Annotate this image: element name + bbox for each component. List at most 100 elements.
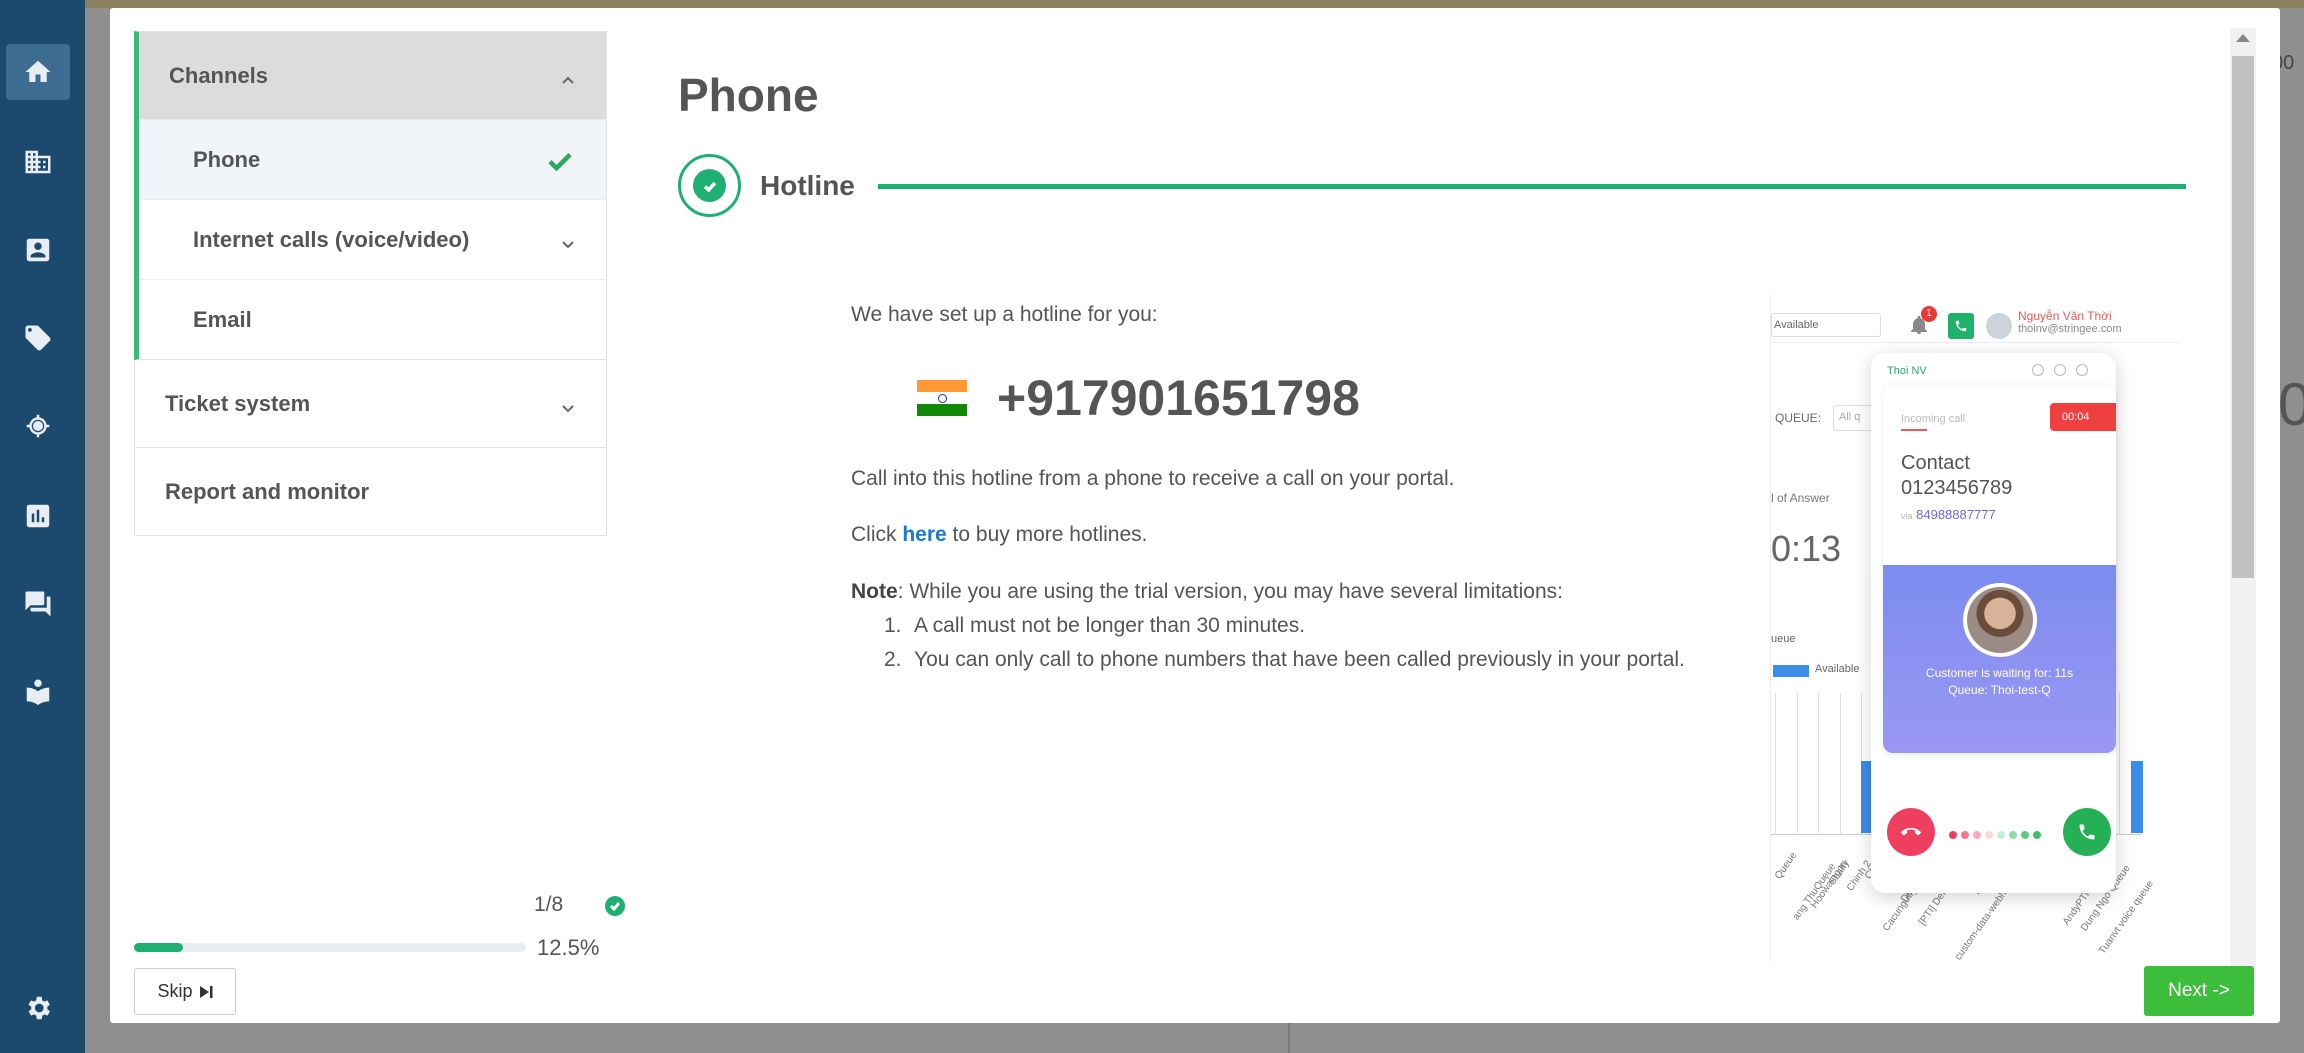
chart-icon[interactable]	[6, 488, 70, 544]
contact-name: Contact	[1901, 452, 1970, 474]
step-item-internet-calls[interactable]: Internet calls (voice/video)	[139, 199, 606, 279]
limit-text: You can only call to phone numbers that …	[914, 647, 1685, 671]
step-indicator: Hotline	[678, 154, 2294, 218]
queue-label: QUEUE:	[1775, 411, 1822, 425]
chevron-down-icon	[560, 396, 576, 412]
via-value: 84988887777	[1916, 507, 1996, 522]
background-number: 0	[2278, 371, 2304, 438]
step-complete-icon	[678, 154, 741, 217]
user-name: Nguyễn Văn Thời	[2018, 309, 2112, 323]
hotline-number: +917901651798	[997, 370, 1360, 426]
background-divider	[1288, 1020, 1290, 1053]
skip-forward-icon	[199, 985, 212, 998]
via-number: via 84988887777	[1901, 507, 1996, 522]
queue-name: Queue: Thoi-test-Q	[1948, 682, 2051, 697]
list-item: 2. You can only call to phone numbers tha…	[884, 647, 1685, 671]
background-topbar	[0, 0, 2304, 8]
contact-info: Contact 0123456789	[1901, 451, 2012, 501]
queue-select: All q	[1833, 405, 1873, 431]
building-icon[interactable]	[6, 134, 70, 190]
step-item-phone[interactable]: Phone	[139, 119, 606, 199]
window-controls	[2022, 363, 2102, 377]
agent-name: Thoi NV	[1887, 365, 1927, 377]
grid-line	[1839, 693, 1841, 835]
section-header-ticket-system[interactable]: Ticket system	[135, 360, 606, 447]
grid-line	[1818, 693, 1819, 835]
answer-call-icon	[2063, 808, 2111, 856]
legend-label: Available	[1815, 663, 1860, 675]
click-suffix: to buy more hotlines.	[952, 523, 1148, 546]
call-card: Incoming call 00:04 Contact 0123456789 v…	[1883, 385, 2116, 753]
call-timer: 00:04	[2050, 403, 2116, 431]
step-item-email[interactable]: Email	[139, 279, 606, 359]
step-title: Hotline	[760, 170, 855, 201]
onboarding-steps: Channels Phone Internet calls (voice/vid…	[134, 31, 607, 536]
hotline-row: +917901651798	[917, 358, 1360, 438]
check-circle-icon	[605, 896, 625, 916]
section-report-monitor: Report and monitor	[134, 448, 607, 536]
contact-number: 0123456789	[1901, 477, 2013, 499]
step-label: Internet calls (voice/video)	[193, 226, 470, 252]
legend-swatch	[1773, 665, 1809, 677]
india-flag-icon	[917, 380, 967, 416]
grid-line	[2119, 693, 2120, 835]
user-email: thoinv@stringee.com	[2018, 323, 2122, 336]
scroll-up-arrow-icon[interactable]	[2236, 34, 2250, 42]
grid-line	[1796, 693, 1798, 835]
progress-percent: 12.5%	[537, 935, 600, 960]
target-icon[interactable]	[6, 398, 70, 454]
section-ticket-system: Ticket system	[134, 360, 607, 448]
contact-card-icon[interactable]	[6, 222, 70, 278]
progress-bar-fill	[134, 943, 183, 952]
step-counter: 1/8	[534, 893, 564, 916]
chart-bar	[2131, 761, 2143, 833]
section-header-channels[interactable]: Channels	[139, 32, 606, 119]
skip-button[interactable]: Skip	[134, 968, 236, 1015]
section-label: Ticket system	[165, 390, 311, 416]
skip-label: Skip	[157, 981, 193, 1001]
page-title: Phone	[678, 69, 819, 121]
section-label: Report and monitor	[165, 478, 370, 504]
section-header-report-monitor[interactable]: Report and monitor	[135, 448, 606, 535]
buy-hotlines-link[interactable]: here	[902, 523, 946, 546]
incoming-underline	[1901, 429, 1927, 431]
grid-line	[1775, 693, 1776, 835]
note-label: Note	[851, 580, 898, 603]
phone-icon	[1948, 313, 1974, 339]
modal-scrollbar[interactable]	[2230, 28, 2256, 988]
onboarding-modal: Channels Phone Internet calls (voice/vid…	[110, 8, 2280, 1023]
caller-avatar	[1963, 583, 2037, 657]
call-instructions: Call into this hotline from a phone to r…	[851, 467, 1455, 490]
chart-bar	[1861, 761, 1871, 833]
call-popup: Thoi NV Incoming call 00:04 Contact 0123…	[1871, 353, 2116, 893]
buy-hotlines-text: Click here to buy more hotlines.	[851, 518, 1147, 552]
reader-icon[interactable]	[6, 664, 70, 720]
tag-icon[interactable]	[6, 310, 70, 366]
via-prefix: via	[1901, 511, 1913, 521]
chat-icon[interactable]	[6, 576, 70, 632]
chevron-up-icon	[560, 68, 576, 84]
waiting-info: Customer is waiting for: 11s Queue: Thoi…	[1883, 665, 2116, 699]
notification-badge: 1	[1921, 306, 1937, 322]
incoming-call-illustration: Available 1 Nguyễn Văn Thời thoinv@string…	[1770, 293, 2181, 963]
next-button[interactable]: Next ->	[2144, 966, 2254, 1016]
scrollbar-thumb[interactable]	[2232, 56, 2254, 578]
section-channels: Channels Phone Internet calls (voice/vid…	[134, 31, 607, 360]
checkmark-icon	[546, 146, 574, 174]
status-select: Available	[1771, 313, 1881, 337]
connecting-dots	[1949, 826, 2053, 839]
progress-bar	[134, 943, 526, 952]
limit-text: A call must not be longer than 30 minute…	[914, 614, 1306, 637]
hangup-icon	[1887, 808, 1935, 856]
gear-icon[interactable]	[6, 980, 70, 1036]
limitations-list: 1. A call must not be longer than 30 minu…	[884, 609, 1694, 676]
list-item: 1. A call must not be longer than 30 minu…	[884, 614, 1306, 637]
queue-chart-title: ueue	[1771, 633, 1796, 645]
caller-panel: Customer is waiting for: 11s Queue: Thoi…	[1883, 565, 2116, 753]
avatar	[1986, 313, 2012, 339]
section-label: Channels	[169, 62, 269, 88]
home-icon[interactable]	[6, 44, 70, 100]
note-body: : While you are using the trial version,…	[897, 580, 1563, 603]
step-label: Email	[193, 306, 252, 332]
user-info: Nguyễn Văn Thời thoinv@stringee.com	[2018, 309, 2122, 337]
